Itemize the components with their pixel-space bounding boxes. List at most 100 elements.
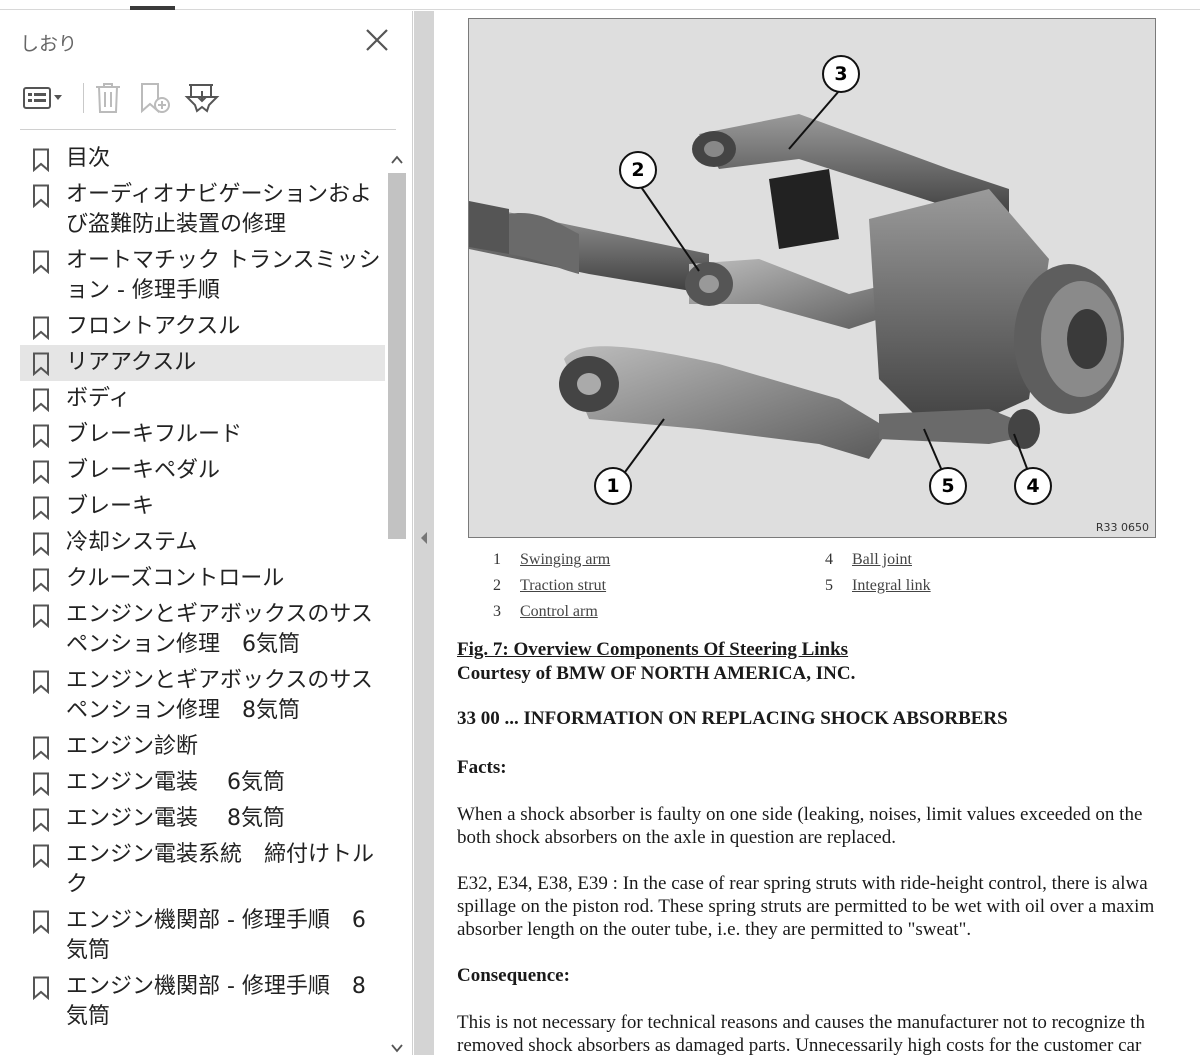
- bookmark-icon: [33, 496, 49, 520]
- scroll-thumb[interactable]: [388, 173, 406, 539]
- close-icon[interactable]: [362, 25, 392, 55]
- figure-caption: Fig. 7: Overview Components Of Steering …: [457, 639, 849, 660]
- panel-splitter[interactable]: [414, 11, 434, 1055]
- bookmark-item[interactable]: エンジンとギアボックスのサスペンション修理 8気筒: [20, 663, 385, 729]
- consequence-heading: Consequence:: [457, 965, 570, 986]
- bookmark-item[interactable]: エンジン電装 6気筒: [20, 765, 385, 801]
- legend-label[interactable]: Traction strut: [520, 577, 606, 595]
- bookmark-label: オートマチック トランスミッション - 修理手順: [66, 248, 381, 303]
- bookmark-label: エンジン機関部 - 修理手順 8気筒: [66, 974, 366, 1029]
- callout-2: 2: [619, 151, 657, 189]
- bookmark-label: クルーズコントロール: [66, 566, 285, 591]
- callout-4: 4: [1014, 467, 1052, 505]
- bookmark-icon: [33, 388, 49, 412]
- bookmark-label: フロントアクスル: [66, 314, 241, 339]
- legend-row: 2 Traction strut: [474, 577, 606, 595]
- bookmark-icon: [33, 532, 49, 556]
- facts-heading: Facts:: [457, 757, 507, 778]
- delete-bookmark-button[interactable]: [90, 81, 126, 115]
- bookmark-item[interactable]: 冷却システム: [20, 525, 385, 561]
- legend-label[interactable]: Integral link: [852, 577, 931, 595]
- legend-number: 1: [493, 551, 501, 568]
- bookmark-label: エンジンとギアボックスのサスペンション修理 6気筒: [66, 602, 373, 657]
- bookmark-item[interactable]: エンジン電装 8気筒: [20, 801, 385, 837]
- bookmark-label: エンジン機関部 - 修理手順 6気筒: [66, 908, 366, 963]
- scroll-down-icon[interactable]: [391, 1043, 403, 1053]
- bookmark-icon: [33, 976, 49, 1000]
- bookmark-label: エンジン電装 8気筒: [66, 806, 285, 831]
- bookmark-item[interactable]: クルーズコントロール: [20, 561, 385, 597]
- trash-icon: [96, 83, 120, 113]
- paragraph-facts-1: When a shock absorber is faulty on one s…: [457, 803, 1142, 849]
- bookmark-item[interactable]: エンジン機関部 - 修理手順 6気筒: [20, 903, 385, 969]
- top-bar: [0, 0, 1200, 10]
- expand-bookmark-button[interactable]: [182, 81, 222, 115]
- legend-row: 5 Integral link: [806, 577, 931, 595]
- scroll-up-icon[interactable]: [391, 155, 403, 165]
- bookmark-label: ブレーキ: [66, 494, 155, 519]
- bookmark-icon: [33, 148, 49, 172]
- suspension-diagram: 3 2 1 5 4 R33 0650: [468, 18, 1156, 538]
- bookmark-item[interactable]: フロントアクスル: [20, 309, 385, 345]
- toolbar-divider: [20, 129, 396, 130]
- text-line: This is not necessary for technical reas…: [457, 1012, 1145, 1033]
- bookmark-options-menu[interactable]: [20, 81, 68, 115]
- collapse-panel-icon[interactable]: [419, 531, 429, 545]
- paragraph-facts-2: E32, E34, E38, E39 : In the case of rear…: [457, 872, 1154, 941]
- toolbar-separator: [83, 83, 84, 113]
- legend-number: 3: [493, 603, 501, 620]
- bookmark-icon: [33, 184, 49, 208]
- bookmark-item[interactable]: ボディ: [20, 381, 385, 417]
- bookmark-label: ブレーキフルード: [66, 422, 243, 447]
- bookmarks-panel: しおり 目次 オーディオナビゲーションおよび盗難防止装置の修理 オートマチック …: [0, 11, 413, 1055]
- figure-code: R33 0650: [1095, 521, 1149, 534]
- callout-5: 5: [929, 467, 967, 505]
- text-line: removed shock absorbers as damaged parts…: [457, 1035, 1142, 1055]
- bookmark-icon: [33, 772, 49, 796]
- bookmark-item[interactable]: エンジンとギアボックスのサスペンション修理 6気筒: [20, 597, 385, 663]
- bookmark-label: ボディ: [66, 386, 131, 411]
- text-line: When a shock absorber is faulty on one s…: [457, 804, 1143, 825]
- bookmark-item[interactable]: オーディオナビゲーションおよび盗難防止装置の修理: [20, 177, 385, 243]
- bookmark-toolbar: [20, 81, 396, 121]
- bookmark-label: リアアクスル: [66, 350, 197, 375]
- bookmark-add-icon: [141, 83, 170, 114]
- bookmark-item[interactable]: ブレーキ: [20, 489, 385, 525]
- active-tab-indicator[interactable]: [130, 6, 175, 10]
- bookmark-label: エンジン電装 6気筒: [66, 770, 285, 795]
- bookmark-scrollbar[interactable]: [386, 151, 408, 1055]
- section-heading: 33 00 ... INFORMATION ON REPLACING SHOCK…: [457, 708, 1008, 729]
- legend-row: 1 Swinging arm: [474, 551, 610, 569]
- bookmark-item[interactable]: オートマチック トランスミッション - 修理手順: [20, 243, 385, 309]
- bookmark-icon: [33, 460, 49, 484]
- callout-3: 3: [822, 55, 860, 93]
- bookmark-item[interactable]: エンジン電装系統 締付けトルク: [20, 837, 385, 903]
- bookmark-label: エンジン電装系統 締付けトルク: [66, 842, 375, 897]
- bookmark-item[interactable]: リアアクスル: [20, 345, 385, 381]
- bookmark-item[interactable]: ブレーキペダル: [20, 453, 385, 489]
- legend-label[interactable]: Swinging arm: [520, 551, 610, 569]
- bookmark-icon: [33, 352, 49, 376]
- rear-axle-illustration: [469, 19, 1155, 537]
- legend-row: 4 Ball joint: [806, 551, 912, 569]
- bookmark-item[interactable]: 目次: [20, 141, 385, 177]
- add-bookmark-button[interactable]: [136, 81, 174, 115]
- bookmark-icon: [33, 316, 49, 340]
- text-line: absorber length on the outer tube, i.e. …: [457, 919, 972, 940]
- bookmark-icon: [33, 568, 49, 592]
- legend-label[interactable]: Ball joint: [852, 551, 912, 569]
- bookmark-icon: [33, 844, 49, 868]
- courtesy-line: Courtesy of BMW OF NORTH AMERICA, INC.: [457, 663, 856, 684]
- paragraph-consequence: This is not necessary for technical reas…: [457, 1011, 1145, 1055]
- bookmark-icon: [33, 808, 49, 832]
- legend-label[interactable]: Control arm: [520, 603, 598, 621]
- bookmark-item[interactable]: エンジン診断: [20, 729, 385, 765]
- bookmark-item[interactable]: ブレーキフルード: [20, 417, 385, 453]
- document-page: 3 2 1 5 4 R33 0650 1 Swinging arm 2 Trac…: [434, 11, 1200, 1055]
- legend-number: 4: [825, 551, 833, 568]
- bookmark-list: 目次オーディオナビゲーションおよび盗難防止装置の修理 オートマチック トランスミッ…: [20, 141, 385, 1055]
- bookmark-item[interactable]: エンジン機関部 - 修理手順 8気筒: [20, 969, 385, 1035]
- bookmark-icon: [33, 670, 49, 694]
- bookmark-icon: [33, 910, 49, 934]
- bookmark-label: オーディオナビゲーションおよび盗難防止装置の修理: [66, 182, 373, 237]
